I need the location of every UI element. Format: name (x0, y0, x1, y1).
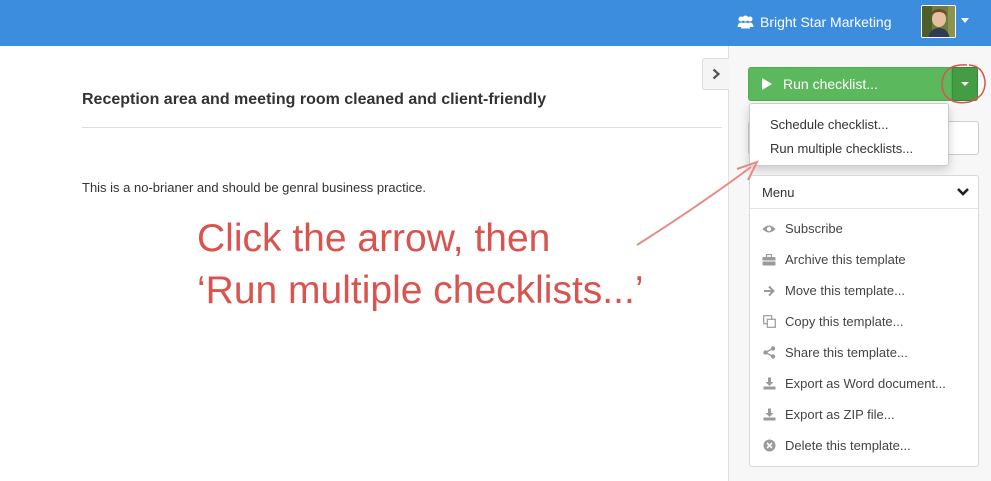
chevron-down-icon (957, 188, 969, 196)
menu-item-label: Archive this template (785, 252, 906, 267)
menu-item-label: Subscribe (785, 221, 843, 236)
menu-item-export-zip[interactable]: Export as ZIP file... (750, 399, 978, 430)
page-title: Reception area and meeting room cleaned … (82, 91, 547, 108)
annotation-line-2: ‘Run multiple checklists...’ (197, 269, 644, 312)
template-description: This is a no-brianer and should be genra… (82, 180, 426, 195)
briefcase-icon (762, 253, 776, 267)
organization-switcher[interactable]: Bright Star Marketing (737, 13, 892, 31)
annotation-arrow (636, 160, 759, 246)
user-menu-caret-icon[interactable] (961, 18, 969, 23)
menu-item-label: Delete this template... (785, 438, 911, 453)
schedule-checklist-option[interactable]: Schedule checklist... (750, 113, 948, 137)
divider (82, 127, 722, 128)
instruction-annotation: Click the arrow, then ‘Run multiple chec… (197, 213, 643, 317)
users-icon (737, 15, 754, 29)
template-menu-panel: Menu Subscribe Archive this template Mov… (749, 175, 979, 467)
menu-item-export-word[interactable]: Export as Word document... (750, 368, 978, 399)
menu-header[interactable]: Menu (750, 176, 978, 209)
menu-item-label: Share this template... (785, 345, 908, 360)
play-icon (762, 78, 772, 90)
menu-list: Subscribe Archive this template Move thi… (750, 209, 978, 461)
menu-item-label: Move this template... (785, 283, 905, 298)
run-options-dropdown: Schedule checklist... Run multiple check… (749, 103, 949, 166)
menu-item-archive[interactable]: Archive this template (750, 244, 978, 275)
run-multiple-checklists-option[interactable]: Run multiple checklists... (750, 137, 948, 161)
avatar[interactable] (921, 5, 956, 38)
delete-icon (762, 439, 776, 453)
run-checklist-label: Run checklist... (783, 76, 878, 92)
menu-item-move[interactable]: Move this template... (750, 275, 978, 306)
download-icon (762, 377, 776, 391)
menu-item-share[interactable]: Share this template... (750, 337, 978, 368)
arrow-right-icon (762, 284, 776, 298)
organization-name: Bright Star Marketing (760, 14, 892, 30)
sidebar-toggle-button[interactable] (702, 58, 729, 90)
highlight-circle (941, 64, 986, 104)
share-icon (762, 346, 776, 360)
copy-icon (762, 315, 776, 329)
annotation-line-1: Click the arrow, then (197, 217, 551, 260)
download-icon (762, 408, 776, 422)
chevron-right-icon (712, 68, 721, 80)
menu-item-copy[interactable]: Copy this template... (750, 306, 978, 337)
top-navbar: Bright Star Marketing (0, 0, 991, 46)
menu-item-label: Export as Word document... (785, 376, 946, 391)
run-checklist-button[interactable]: Run checklist... (748, 67, 952, 101)
menu-item-label: Copy this template... (785, 314, 904, 329)
menu-item-label: Export as ZIP file... (785, 407, 895, 422)
menu-item-delete[interactable]: Delete this template... (750, 430, 978, 461)
menu-item-subscribe[interactable]: Subscribe (750, 213, 978, 244)
avatar-image (922, 6, 955, 37)
